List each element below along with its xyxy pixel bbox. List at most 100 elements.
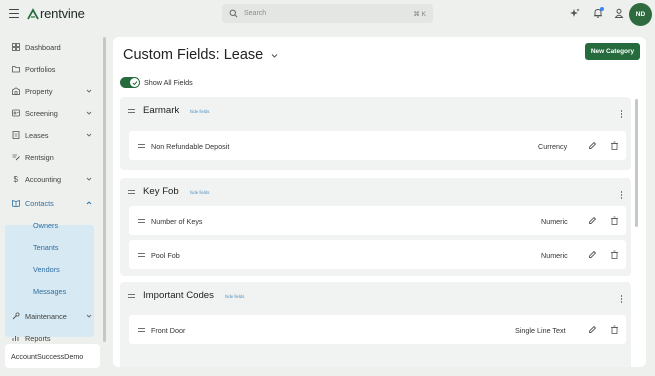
edit-icon[interactable] [588,141,597,150]
sidebar-item-rentsign[interactable]: Rentsign [12,151,92,163]
sidebar-item-label: Portfolios [25,64,56,74]
field-type: Numeric [541,251,568,260]
drag-handle-icon[interactable] [138,219,145,223]
edit-icon[interactable] [588,325,597,334]
sidebar-item-accounting[interactable]: $ Accounting [12,173,92,185]
field-type: Numeric [541,217,568,226]
field-name: Non Refundable Deposit [151,142,230,151]
category-name: Earmark [143,105,180,116]
logo-mark-icon [27,7,39,19]
chevron-down-icon [86,313,92,319]
sidebar-item-dashboard[interactable]: Dashboard [12,41,92,53]
sidebar-subitem-vendors[interactable]: Vendors [33,265,60,274]
chevron-down-icon [86,176,92,182]
more-options-icon[interactable] [620,191,623,199]
menu-icon[interactable] [9,9,19,18]
sidebar: Dashboard Portfolios Property Screening … [0,34,108,376]
category-name: Important Codes [143,290,214,301]
chevron-down-icon[interactable] [271,52,278,59]
drag-handle-icon[interactable] [128,190,135,194]
new-category-button[interactable]: New Category [585,43,640,60]
wrench-icon [12,312,20,320]
delete-icon[interactable] [610,325,619,334]
category-card: Key Fob hide fields Number of Keys Numer… [120,178,631,276]
toggle-label: Show All Fields [144,78,193,87]
bell-icon[interactable] [593,7,604,18]
sidebar-item-reports[interactable]: Reports [12,332,92,344]
field-type: Single Line Text [515,326,566,335]
notification-dot [600,7,604,11]
sidebar-item-label: Maintenance [25,311,67,321]
dashboard-icon [12,43,20,51]
drag-handle-icon[interactable] [138,144,145,148]
delete-icon[interactable] [610,216,619,225]
edit-icon[interactable] [588,216,597,225]
sidebar-item-label: Leases [25,130,49,140]
more-options-icon[interactable] [620,295,623,303]
hide-fields-link[interactable]: hide fields [190,190,209,195]
chevron-up-icon [86,200,92,206]
sparkle-icon[interactable] [570,8,580,18]
sidebar-item-contacts[interactable]: Contacts [12,197,92,209]
field-row: Front Door Single Line Text [129,315,626,344]
sidebar-item-leases[interactable]: Leases [12,129,92,141]
category-card: Earmark hide fields Non Refundable Depos… [120,97,631,170]
field-name: Number of Keys [151,217,203,226]
edit-icon[interactable] [588,250,597,259]
category-header: Key Fob hide fields [120,178,631,206]
user-icon[interactable] [614,8,624,18]
avatar[interactable]: ND [629,3,652,26]
hide-fields-link[interactable]: hide fields [225,294,244,299]
address-book-icon [12,199,20,207]
sidebar-item-screening[interactable]: Screening [12,107,92,119]
sidebar-scrollbar[interactable] [103,37,106,342]
main-panel: Custom Fields: Lease New Category Show A… [113,37,646,367]
show-all-fields-toggle-row: Show All Fields [120,77,193,88]
more-options-icon[interactable] [620,110,623,118]
drag-handle-icon[interactable] [128,109,135,113]
sidebar-item-property[interactable]: Property [12,85,92,97]
delete-icon[interactable] [610,141,619,150]
svg-text:$: $ [14,175,19,183]
account-switcher[interactable]: AccountSuccessDemo [5,344,100,368]
sidebar-subitem-tenants[interactable]: Tenants [33,243,59,252]
lease-icon [12,131,20,139]
field-type: Currency [538,142,568,151]
sidebar-item-portfolios[interactable]: Portfolios [12,63,92,75]
folder-icon [12,65,20,73]
sidebar-item-label: Screening [25,108,58,118]
building-icon [12,87,20,95]
screening-icon [12,109,20,117]
sidebar-item-label: Dashboard [25,42,61,52]
sidebar-item-label: Rentsign [25,152,54,162]
search-placeholder: Search [244,10,267,17]
delete-icon[interactable] [610,250,619,259]
sidebar-item-label: Property [25,86,53,96]
sidebar-item-maintenance[interactable]: Maintenance [12,310,92,322]
field-row: Number of Keys Numeric [129,206,626,235]
category-name: Key Fob [143,186,179,197]
search-shortcut: ⌘ K [413,10,426,18]
drag-handle-icon[interactable] [138,253,145,257]
chevron-down-icon [86,88,92,94]
logo[interactable]: rentvine [27,6,85,21]
main-scrollbar[interactable] [635,99,638,227]
sidebar-item-label: Reports [25,333,51,343]
search-icon [229,9,238,18]
sidebar-subitem-messages[interactable]: Messages [33,287,66,296]
sidebar-item-label: Accounting [25,174,62,184]
sidebar-subitem-owners[interactable]: Owners [33,221,58,230]
drag-handle-icon[interactable] [138,328,145,332]
page-title-text: Custom Fields: Lease [123,47,264,63]
page-title: Custom Fields: Lease [123,47,278,63]
check-icon [132,80,137,85]
hide-fields-link[interactable]: hide fields [190,109,209,114]
top-bar: rentvine Search ⌘ K ND [0,0,655,30]
category-header: Important Codes hide fields [120,282,631,310]
drag-handle-icon[interactable] [128,294,135,298]
search-input[interactable]: Search ⌘ K [222,4,433,23]
field-name: Front Door [151,326,186,335]
show-all-fields-toggle[interactable] [120,77,140,88]
category-card: Important Codes hide fields Front Door S… [120,282,631,367]
brand-name: rentvine [40,6,85,21]
